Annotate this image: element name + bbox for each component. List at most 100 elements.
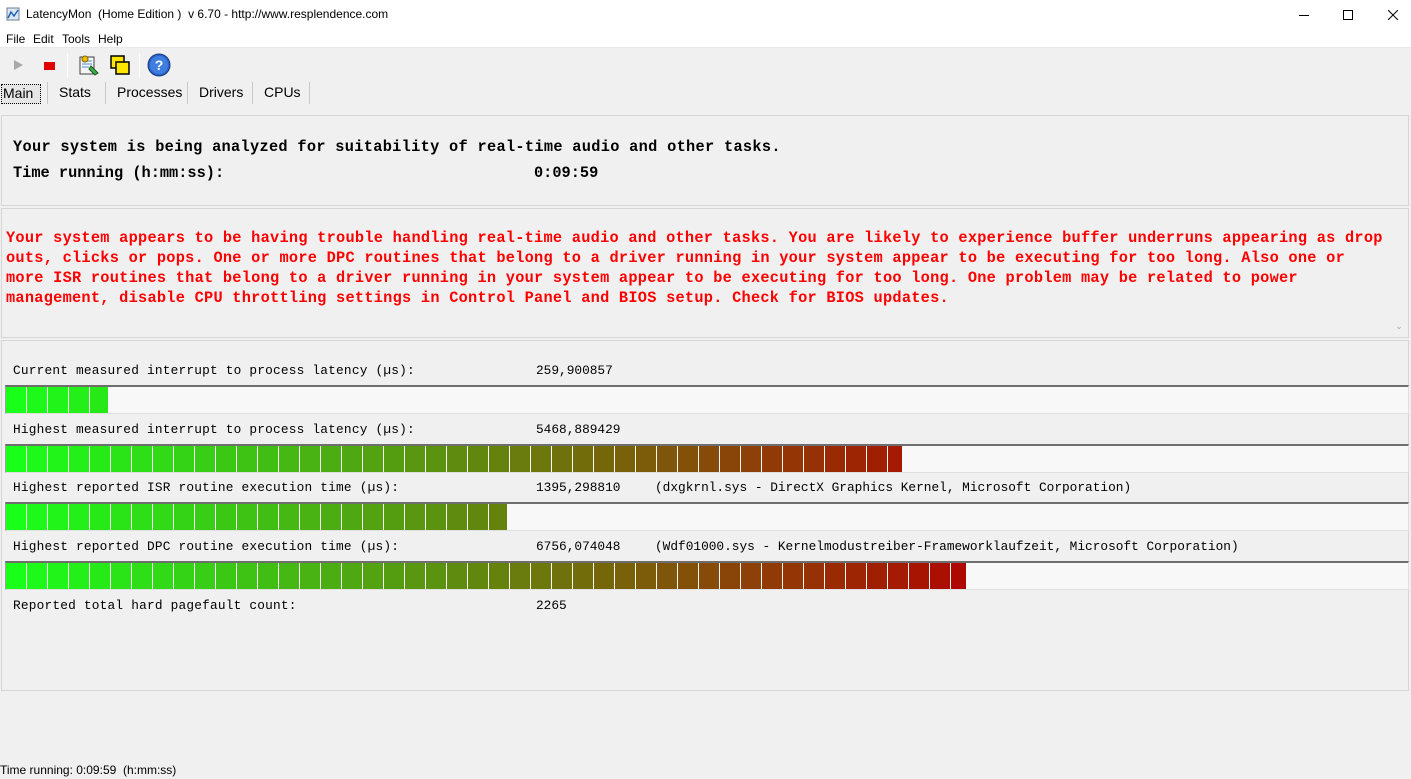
meter-segment (846, 446, 866, 472)
tab-cpus[interactable]: CPUs (264, 84, 301, 104)
status-text: Time running: 0:09:59 (h:mm:ss) (0, 763, 177, 777)
meter-segment (678, 563, 698, 589)
time-running-value: 0:09:59 (534, 164, 599, 182)
meter-segment (342, 563, 362, 589)
meter-segment (426, 446, 446, 472)
meter-segment (489, 504, 507, 530)
warning-panel[interactable]: Your system appears to be having trouble… (1, 208, 1409, 338)
meter-segment (363, 504, 383, 530)
meter-segment (489, 563, 509, 589)
warning-scrollbar[interactable]: ⌄ (1392, 211, 1406, 335)
meter-segment (657, 446, 677, 472)
time-running-label: Time running (h:mm:ss): (13, 164, 225, 182)
meter-segment (69, 446, 89, 472)
meter-segment (699, 563, 719, 589)
measurement-driver: (dxgkrnl.sys - DirectX Graphics Kernel, … (655, 480, 1132, 495)
tab-main[interactable]: Main (1, 84, 41, 104)
tab-processes[interactable]: Processes (117, 84, 182, 104)
meter-segment (888, 446, 902, 472)
close-button[interactable] (1370, 0, 1411, 30)
meter-segment (48, 563, 68, 589)
meter-segment (741, 446, 761, 472)
meter-segment (279, 563, 299, 589)
tab-stats-label: Stats (59, 84, 91, 100)
meter-segment (552, 446, 572, 472)
warning-text: Your system appears to be having trouble… (6, 229, 1383, 307)
meter-segment (48, 446, 68, 472)
measurement-label: Highest reported DPC routine execution t… (13, 539, 400, 554)
meter-segment (321, 446, 341, 472)
tab-stats[interactable]: Stats (59, 84, 91, 104)
chevron-down-icon[interactable]: ⌄ (1394, 321, 1404, 332)
meter-segment (741, 563, 761, 589)
meter-segment (720, 563, 740, 589)
meter-segment (762, 446, 782, 472)
meter-segment (321, 563, 341, 589)
meter-segment (825, 446, 845, 472)
stop-icon (44, 62, 55, 70)
meter-segment (6, 504, 26, 530)
measurement-value: 5468,889429 (536, 422, 621, 437)
svg-text:?: ? (155, 57, 164, 73)
meter-segment (153, 563, 173, 589)
meter-segment (258, 446, 278, 472)
meter-segment (342, 446, 362, 472)
toolbar: ? (0, 49, 1411, 79)
meter-segment (174, 504, 194, 530)
meter-segment (552, 563, 572, 589)
menu-file[interactable]: File (6, 32, 25, 46)
tab-bar: Main Stats Processes Drivers CPUs (0, 80, 1411, 106)
meter-segment (909, 563, 929, 589)
meter-segment (174, 446, 194, 472)
meter-segment (804, 563, 824, 589)
meter-segment (531, 563, 551, 589)
meter-segment (363, 446, 383, 472)
windows-button[interactable] (108, 53, 132, 77)
meter-segment (510, 563, 530, 589)
report-button[interactable] (76, 53, 100, 77)
start-button[interactable] (6, 53, 30, 77)
meter-segment (804, 446, 824, 472)
tab-drivers[interactable]: Drivers (199, 84, 243, 104)
window-title: LatencyMon (Home Edition ) v 6.70 - http… (26, 7, 389, 21)
meter-segment (132, 563, 152, 589)
meter-segment (405, 504, 425, 530)
meter-segment (426, 563, 446, 589)
meter-segment (636, 446, 656, 472)
meter-segment (447, 504, 467, 530)
menu-edit[interactable]: Edit (33, 32, 54, 46)
meter-segment (69, 563, 89, 589)
meter-segment (573, 563, 593, 589)
meter-segment (132, 446, 152, 472)
meter-segment (111, 504, 131, 530)
meter-segment (384, 563, 404, 589)
meter-segment (216, 446, 236, 472)
measurement-value: 1395,298810 (536, 480, 621, 495)
meter-segment (930, 563, 950, 589)
meter-segment (27, 387, 47, 413)
maximize-button[interactable] (1325, 0, 1371, 30)
stop-button[interactable] (37, 53, 61, 77)
minimize-button[interactable] (1281, 0, 1327, 30)
meter-segment (90, 563, 110, 589)
meter-segment (90, 387, 108, 413)
meter-segment (762, 563, 782, 589)
measurement-value: 6756,074048 (536, 539, 621, 554)
menu-tools[interactable]: Tools (62, 32, 90, 46)
app-icon (6, 7, 20, 21)
meter-segment (510, 446, 530, 472)
menu-help[interactable]: Help (98, 32, 123, 46)
meter-segment (27, 563, 47, 589)
meter-segment (531, 446, 551, 472)
meter-segment (846, 563, 866, 589)
tab-processes-label: Processes (117, 84, 183, 100)
meter-segment (6, 446, 26, 472)
tab-separator (252, 82, 253, 104)
meter-segment (615, 563, 635, 589)
meter-segment (594, 563, 614, 589)
isr-meter (5, 502, 1409, 531)
help-icon: ? (147, 53, 171, 77)
meter-segment (657, 563, 677, 589)
help-button[interactable]: ? (147, 53, 171, 77)
title-bar: LatencyMon (Home Edition ) v 6.70 - http… (0, 0, 1411, 30)
